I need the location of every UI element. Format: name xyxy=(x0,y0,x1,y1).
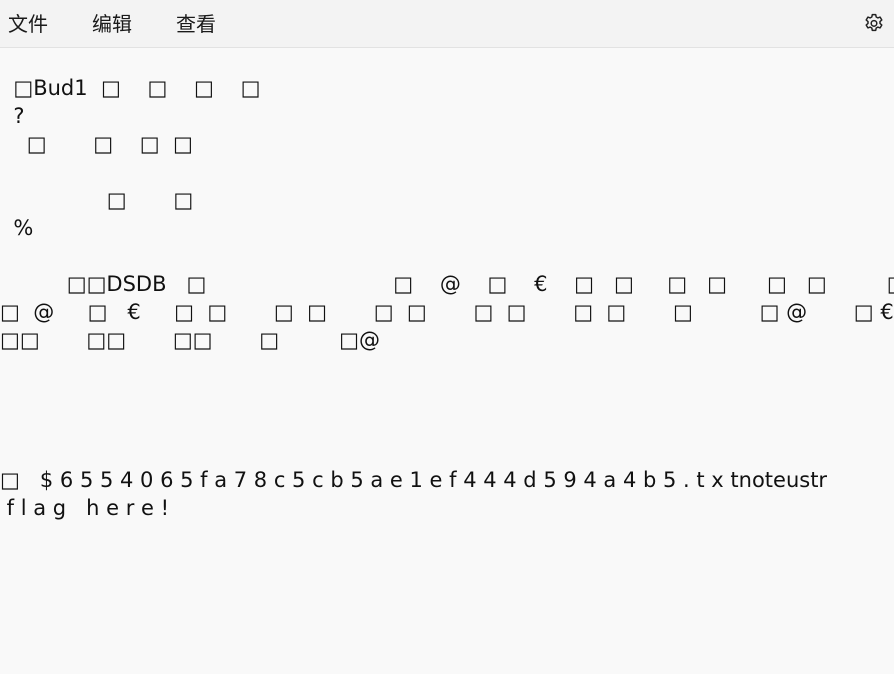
text-line: ? xyxy=(0,104,25,128)
menu-edit[interactable]: 编辑 xyxy=(92,0,132,48)
menu-file[interactable]: 文件 xyxy=(8,0,48,48)
text-line: % xyxy=(0,216,34,240)
text-line: □Bud1 □ □ □ □ xyxy=(0,76,261,100)
text-line: □ □ □ □ xyxy=(0,132,193,156)
text-line: □ $ 6 5 5 4 0 6 5 f a 7 8 c 5 c b 5 a e … xyxy=(0,468,828,492)
menu-bar: 文件 编辑 查看 xyxy=(0,0,894,48)
text-line: □□ □□ □□ □ □@ xyxy=(0,328,380,352)
text-editor[interactable]: □Bud1 □ □ □ □ ? □ □ □ □ □ □ % □□DSDB □ □… xyxy=(0,49,894,674)
text-line: □□DSDB □ □ @ □ € □ □ □ □ □ □ □ □ xyxy=(0,272,894,296)
text-line: □ @ □ € □ □ □ □ □ □ □ □ □ □ □ □ @ □ € □□… xyxy=(0,300,894,324)
gear-icon[interactable] xyxy=(862,12,886,36)
text-line: □ □ xyxy=(0,188,194,212)
text-line: f l a g h e r e ! xyxy=(0,496,170,520)
menu-view[interactable]: 查看 xyxy=(176,0,216,48)
